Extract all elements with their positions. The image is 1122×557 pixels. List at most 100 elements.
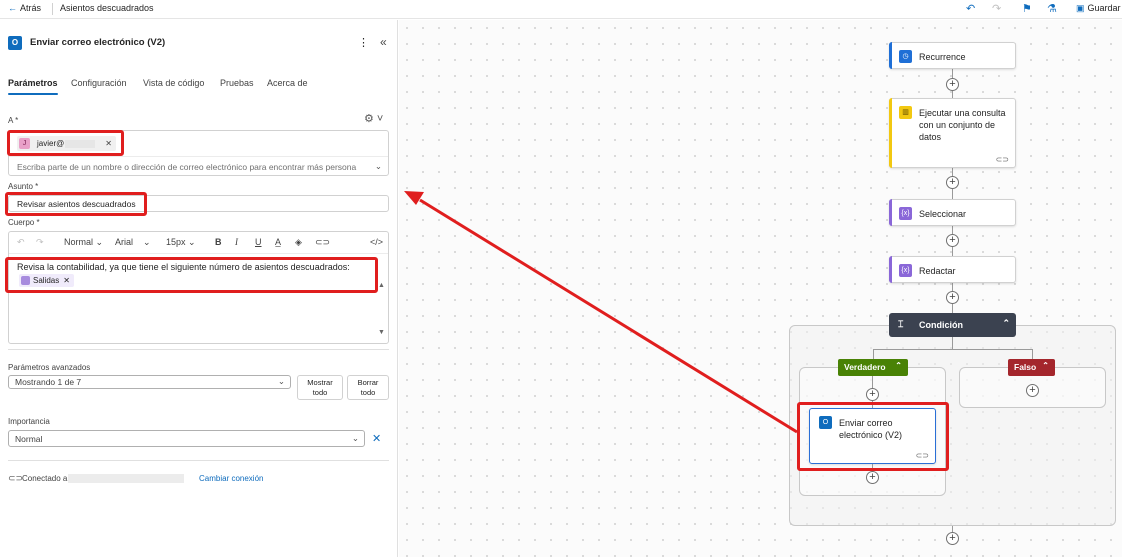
node-accent (889, 199, 892, 226)
chevron-down-icon[interactable]: ⌄ (375, 161, 382, 172)
scroll-up-icon[interactable]: ▲ (378, 282, 385, 289)
redo-icon[interactable]: ↷ (36, 237, 44, 248)
panel-title: Enviar correo electrónico (V2) (30, 37, 166, 48)
true-branch-label[interactable]: Verdadero ⌃ (838, 359, 908, 376)
to-label: A * (8, 116, 19, 125)
connection-icon: ⊂⊃ (8, 473, 24, 483)
more-options-icon[interactable]: ⋮ (358, 36, 369, 49)
tab-about[interactable]: Acerca de (267, 78, 308, 88)
code-view-icon[interactable]: </> (370, 237, 383, 247)
dynamic-content-token[interactable]: Salidas ✕ (19, 274, 74, 287)
clear-all-button[interactable]: Borrar todo (347, 375, 389, 400)
outlook-icon: O (8, 36, 22, 50)
body-label: Cuerpo * (8, 218, 40, 227)
flow-node-select[interactable]: {x} Seleccionar (889, 199, 1016, 226)
connected-to-label: Conectado a (22, 474, 68, 483)
chevron-down-icon: ⌄ (351, 433, 359, 443)
chevron-up-icon: ⌃ (1042, 361, 1049, 370)
outlook-icon: O (819, 416, 832, 429)
advanced-params-select[interactable]: Mostrando 1 de 7 ⌄ (8, 375, 291, 389)
flow-node-run-query[interactable]: ▥ Ejecutar una consulta con un conjunto … (889, 98, 1016, 168)
power-bi-icon: ▥ (899, 106, 912, 119)
advanced-params-label: Parámetros avanzados (8, 363, 91, 372)
importance-select[interactable]: Normal ⌄ (8, 430, 365, 447)
add-step-icon[interactable]: + (946, 176, 959, 189)
top-bar: ← Atrás Asientos descuadrados ↶ ↷ ⚑ ⚗ ▣ Gu… (0, 0, 1122, 19)
settings-gear-icon[interactable]: ⚙ ˅ (364, 112, 383, 125)
add-step-icon[interactable]: + (1026, 384, 1039, 397)
condition-icon: ⌶ (898, 319, 904, 329)
node-label: Ejecutar una consulta con un conjunto de… (919, 108, 1006, 142)
body-editor: ↶ ↷ Normal ⌄ Arial ⌄ 15px ⌄ B I U A̲ ◈ ⊂… (8, 231, 389, 344)
body-text[interactable]: Revisa la contabilidad, ya que tiene el … (17, 262, 350, 272)
connector (873, 349, 874, 359)
collapse-panel-icon[interactable]: « (380, 35, 387, 49)
save-button[interactable]: ▣ Guardar (1076, 3, 1121, 14)
subject-input[interactable]: Revisar asientos descuadrados (8, 195, 389, 212)
variable-icon (21, 276, 30, 285)
flow-node-send-email[interactable]: O Enviar correo electrónico (V2) ⊂⊃ (809, 408, 936, 464)
highlight-icon[interactable]: ◈ (295, 237, 302, 248)
undo-icon[interactable]: ↶ (966, 2, 975, 15)
chevron-up-icon[interactable]: ⌃ (1002, 318, 1010, 329)
flow-node-compose[interactable]: {x} Redactar (889, 256, 1016, 283)
false-branch-label[interactable]: Falso ⌃ (1008, 359, 1055, 376)
redacted-text (65, 139, 96, 148)
add-step-icon[interactable]: + (946, 234, 959, 247)
change-connection-link[interactable]: Cambiar conexión (199, 474, 263, 483)
remove-recipient-icon[interactable]: ✕ (105, 139, 112, 148)
connector (952, 337, 953, 349)
tab-code-view[interactable]: Vista de código (143, 78, 204, 88)
connector (1032, 349, 1033, 359)
add-step-icon[interactable]: + (946, 78, 959, 91)
subject-label: Asunto * (8, 182, 39, 191)
importance-label: Importancia (8, 417, 50, 426)
node-accent (889, 256, 892, 283)
clock-icon: ◷ (899, 50, 912, 63)
node-accent (889, 42, 892, 69)
flow-node-recurrence[interactable]: ◷ Recurrence (889, 42, 1016, 69)
font-family-select[interactable]: Arial ⌄ (115, 237, 151, 248)
flow-name: Asientos descuadrados (60, 3, 154, 13)
redacted-text (68, 474, 184, 483)
connector (873, 349, 1033, 350)
font-color-icon[interactable]: A̲ (275, 237, 281, 247)
divider (8, 349, 389, 350)
add-step-icon[interactable]: + (946, 532, 959, 545)
back-button[interactable]: ← Atrás (8, 3, 41, 13)
underline-icon[interactable]: U (255, 237, 262, 247)
show-all-button[interactable]: Mostrar todo (297, 375, 343, 400)
tab-settings[interactable]: Configuración (71, 78, 127, 88)
redo-icon[interactable]: ↷ (992, 2, 1001, 15)
divider (8, 460, 389, 461)
action-details-panel: O Enviar correo electrónico (V2) ⋮ « Par… (0, 20, 398, 557)
save-icon: ▣ (1076, 3, 1085, 13)
undo-icon[interactable]: ↶ (17, 237, 25, 248)
test-icon[interactable]: ⚗ (1047, 2, 1057, 15)
italic-icon[interactable]: I (235, 237, 238, 247)
font-size-select[interactable]: 15px ⌄ (166, 237, 196, 248)
add-step-icon[interactable]: + (866, 388, 879, 401)
clear-importance-icon[interactable]: ✕ (372, 432, 381, 445)
flow-canvas[interactable]: ◷ Recurrence + ▥ Ejecutar una consulta c… (399, 20, 1122, 557)
recipient-avatar: J (19, 138, 30, 149)
data-operation-icon: {x} (899, 207, 912, 220)
add-step-icon[interactable]: + (866, 471, 879, 484)
paragraph-style-select[interactable]: Normal ⌄ (64, 237, 103, 248)
divider (52, 3, 53, 15)
tab-parameters[interactable]: Parámetros (8, 78, 58, 95)
link-icon[interactable]: ⊂⊃ (315, 237, 330, 248)
add-step-icon[interactable]: + (946, 291, 959, 304)
remove-token-icon[interactable]: ✕ (63, 276, 70, 285)
panel-header: O Enviar correo electrónico (V2) ⋮ « (8, 34, 392, 54)
node-label: Enviar correo electrónico (V2) (839, 418, 903, 440)
to-input[interactable]: Escriba parte de un nombre o dirección d… (9, 156, 388, 176)
scroll-down-icon[interactable]: ▼ (378, 329, 385, 336)
tab-testing[interactable]: Pruebas (220, 78, 254, 88)
recipient-chip[interactable]: Jjavier@ ✕ (17, 136, 116, 151)
link-icon: ⊂⊃ (915, 451, 929, 460)
condition-node[interactable]: ⌶ Condición ⌃ (889, 313, 1016, 337)
rich-text-toolbar: ↶ ↷ Normal ⌄ Arial ⌄ 15px ⌄ B I U A̲ ◈ ⊂… (9, 232, 388, 254)
bold-icon[interactable]: B (215, 237, 222, 247)
flow-checker-icon[interactable]: ⚑ (1022, 2, 1032, 15)
